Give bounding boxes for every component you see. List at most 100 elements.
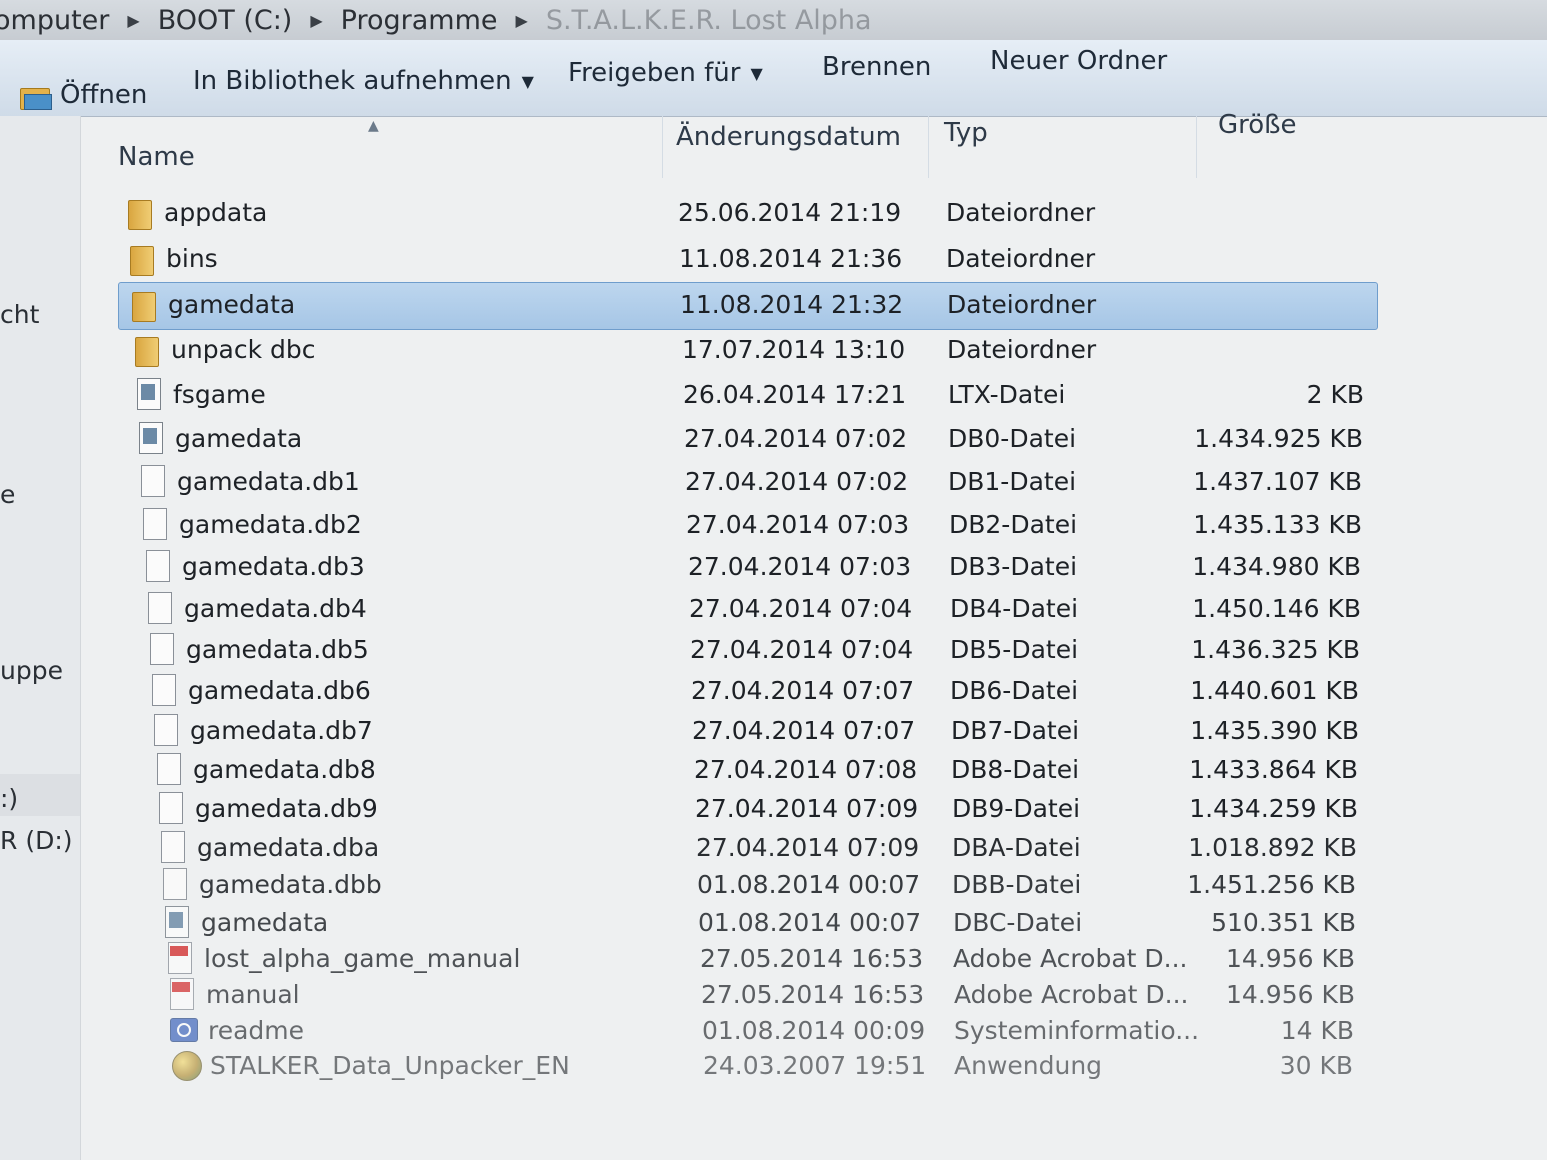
file-row[interactable]: gamedata.db2 27.04.2014 07:03 DB2-Datei 1.4… — [0, 504, 1547, 548]
pdf-icon — [166, 942, 192, 974]
file-name: gamedata.dbb — [199, 870, 382, 899]
file-name: manual — [206, 980, 300, 1009]
file-size: 1.435.133 KB — [1193, 510, 1362, 539]
file-name: gamedata.db3 — [182, 552, 365, 581]
file-row[interactable]: gamedata.db6 27.04.2014 07:07 DB6-Datei 1.4… — [0, 670, 1547, 714]
file-date: 17.07.2014 13:10 — [682, 335, 906, 364]
file-row[interactable]: gamedata.db4 27.04.2014 07:04 DB4-Datei 1.4… — [0, 588, 1547, 632]
folder-icon — [126, 196, 152, 230]
folder-icon — [128, 242, 154, 276]
file-size: 1.018.892 KB — [1188, 833, 1357, 862]
file-date: 25.06.2014 21:19 — [678, 198, 902, 227]
file-date: 26.04.2014 17:21 — [683, 380, 907, 409]
file-row[interactable]: unpack dbc 17.07.2014 13:10 Dateiordner — [0, 329, 1547, 373]
file-name: gamedata — [175, 424, 303, 453]
file-icon — [148, 633, 174, 665]
file-row[interactable]: gamedata 27.04.2014 07:02 DB0-Datei 1.434.9… — [0, 418, 1547, 462]
file-size: 1.435.390 KB — [1190, 716, 1359, 745]
file-row[interactable]: gamedata.db5 27.04.2014 07:04 DB5-Datei 1.4… — [0, 629, 1547, 673]
file-type: DB9-Datei — [952, 794, 1081, 823]
file-type: Systeminformatio... — [954, 1016, 1200, 1045]
file-date: 27.04.2014 07:02 — [685, 467, 909, 496]
file-icon — [159, 831, 185, 863]
file-type: Dateiordner — [946, 244, 1096, 273]
file-type: DBC-Datei — [953, 908, 1083, 937]
config-file-icon — [163, 906, 189, 938]
file-name: gamedata.db6 — [188, 676, 371, 705]
file-size: 14.956 KB — [1226, 980, 1355, 1009]
file-date: 27.05.2014 16:53 — [701, 980, 925, 1009]
file-date: 24.03.2007 19:51 — [703, 1051, 927, 1080]
file-icon — [150, 674, 176, 706]
file-row[interactable]: fsgame 26.04.2014 17:21 LTX-Datei 2 KB — [0, 374, 1547, 418]
file-type: DBA-Datei — [952, 833, 1081, 862]
file-icon — [139, 465, 165, 497]
file-type: DB5-Datei — [950, 635, 1079, 664]
file-size: 30 KB — [1279, 1051, 1353, 1080]
file-size: 1.437.107 KB — [1193, 467, 1362, 496]
file-name: gamedata — [168, 290, 296, 319]
file-type: DB2-Datei — [949, 510, 1078, 539]
file-size: 1.434.259 KB — [1189, 794, 1358, 823]
file-size: 1.436.325 KB — [1191, 635, 1360, 664]
file-row[interactable]: appdata 25.06.2014 21:19 Dateiordner — [0, 192, 1547, 236]
file-row[interactable]: bins 11.08.2014 21:36 Dateiordner — [0, 238, 1547, 282]
file-row[interactable]: gamedata.db1 27.04.2014 07:02 DB1-Datei 1.4… — [0, 461, 1547, 505]
pdf-icon — [168, 978, 194, 1010]
file-icon — [152, 714, 178, 746]
file-name: gamedata.db7 — [190, 716, 373, 745]
file-name: gamedata — [201, 908, 329, 937]
file-list: appdata 25.06.2014 21:19 Dateiordner bins 11… — [0, 0, 1547, 1160]
file-size: 1.434.925 KB — [1194, 424, 1363, 453]
file-row[interactable]: gamedata.db8 27.04.2014 07:08 DB8-Datei 1.4… — [0, 749, 1547, 793]
file-type: Dateiordner — [946, 198, 1096, 227]
file-icon — [155, 753, 181, 785]
file-name: STALKER_Data_Unpacker_EN — [210, 1051, 570, 1080]
file-size: 510.351 KB — [1211, 908, 1356, 937]
file-date: 01.08.2014 00:07 — [697, 870, 921, 899]
file-type: DB8-Datei — [951, 755, 1080, 784]
file-name: gamedata.db1 — [177, 467, 360, 496]
file-size: 1.451.256 KB — [1187, 870, 1356, 899]
file-name: gamedata.db2 — [179, 510, 362, 539]
file-date: 27.05.2014 16:53 — [700, 944, 924, 973]
file-name: gamedata.db9 — [195, 794, 378, 823]
file-icon — [161, 868, 187, 900]
file-icon — [141, 508, 167, 540]
folder-icon — [133, 333, 159, 367]
file-row[interactable]: gamedata.db7 27.04.2014 07:07 DB7-Datei 1.4… — [0, 710, 1547, 754]
file-type: Dateiordner — [947, 290, 1097, 319]
file-icon — [144, 550, 170, 582]
file-name: unpack dbc — [171, 335, 316, 364]
file-row[interactable]: gamedata 11.08.2014 21:32 Dateiordner — [0, 282, 1547, 330]
file-date: 27.04.2014 07:09 — [695, 794, 919, 823]
file-name: gamedata.db8 — [193, 755, 376, 784]
file-size: 1.450.146 KB — [1192, 594, 1361, 623]
file-row[interactable]: STALKER_Data_Unpacker_EN 24.03.2007 19:51… — [0, 1045, 1547, 1089]
system-info-icon — [170, 1014, 198, 1046]
file-name: gamedata.dba — [197, 833, 380, 862]
file-name: gamedata.db5 — [186, 635, 369, 664]
file-icon — [146, 592, 172, 624]
file-row[interactable]: gamedata.db9 27.04.2014 07:09 DB9-Datei 1.4… — [0, 788, 1547, 832]
file-size: 14 KB — [1280, 1016, 1354, 1045]
file-date: 01.08.2014 00:09 — [702, 1016, 926, 1045]
file-size: 1.440.601 KB — [1190, 676, 1359, 705]
file-type: DB0-Datei — [948, 424, 1077, 453]
file-type: Anwendung — [954, 1051, 1103, 1080]
application-icon — [172, 1049, 202, 1081]
file-type: DBB-Datei — [952, 870, 1082, 899]
file-icon — [157, 792, 183, 824]
file-date: 27.04.2014 07:03 — [686, 510, 910, 539]
file-type: Adobe Acrobat D... — [954, 980, 1189, 1009]
config-file-icon — [137, 422, 163, 454]
file-name: fsgame — [173, 380, 266, 409]
file-name: bins — [166, 244, 218, 273]
file-type: Dateiordner — [947, 335, 1097, 364]
file-type: DB7-Datei — [951, 716, 1080, 745]
file-date: 27.04.2014 07:07 — [692, 716, 916, 745]
file-row[interactable]: gamedata.db3 27.04.2014 07:03 DB3-Datei 1.4… — [0, 546, 1547, 590]
file-size: 14.956 KB — [1226, 944, 1355, 973]
file-size: 1.434.980 KB — [1192, 552, 1361, 581]
file-date: 27.04.2014 07:02 — [684, 424, 908, 453]
